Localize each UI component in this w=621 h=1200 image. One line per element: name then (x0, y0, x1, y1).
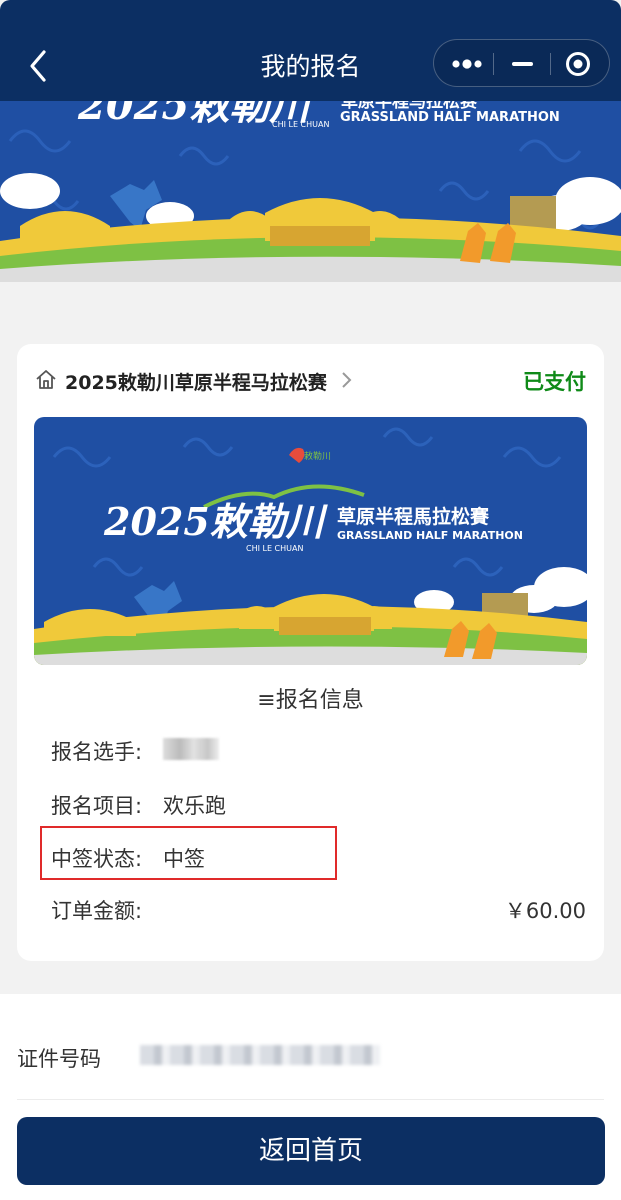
svg-text:GRASSLAND HALF MARATHON: GRASSLAND HALF MARATHON (340, 110, 560, 125)
info-row-player: 报名选手: (51, 740, 143, 764)
mini-program-capsule (433, 39, 610, 87)
svg-text:草原半程馬拉松賽: 草原半程馬拉松賽 (337, 505, 490, 528)
id-number-label: 证件号码 (17, 1047, 101, 1071)
race-banner-image: 敕勒川 2025敕勒川 CHI LE CHUAN 草原半程馬拉松賽 GRASSL… (34, 417, 587, 665)
info-row-event: 报名项目: 欢乐跑 (51, 794, 226, 818)
chevron-right-icon[interactable] (340, 370, 354, 390)
redacted-id-number (140, 1045, 380, 1065)
svg-text:GRASSLAND HALF MARATHON: GRASSLAND HALF MARATHON (337, 529, 523, 542)
svg-text:CHI LE CHUAN: CHI LE CHUAN (272, 120, 329, 129)
redacted-player-name (163, 738, 219, 760)
close-capsule-icon[interactable] (551, 40, 611, 88)
svg-text:CHI LE CHUAN: CHI LE CHUAN (246, 544, 303, 553)
divider (17, 1099, 604, 1100)
minimize-icon[interactable] (494, 40, 551, 88)
home-icon[interactable] (35, 368, 57, 390)
lottery-status-highlight (40, 826, 337, 880)
registration-card: 2025敕勒川草原半程马拉松赛 已支付 敕勒川 2025敕勒川 CHI LE C… (17, 344, 604, 961)
info-row-amount-label: 订单金额: (51, 899, 143, 923)
more-icon[interactable] (434, 40, 494, 88)
order-amount: ￥60.00 (504, 899, 586, 923)
race-header[interactable]: 2025敕勒川草原半程马拉松赛 已支付 (17, 344, 604, 416)
race-name: 2025敕勒川草原半程马拉松赛 (65, 372, 327, 394)
section-title: ≡报名信息 (257, 688, 364, 713)
payment-status-badge: 已支付 (523, 370, 586, 394)
card-banner-title: 2025敕勒川 (103, 499, 329, 544)
back-home-button[interactable]: 返回首页 (17, 1117, 605, 1185)
top-banner-image: 2025敕勒川 CHI LE CHUAN 草原半程马拉松赛 GRASSLAND … (0, 101, 621, 282)
nav-bar: 我的报名 (0, 0, 621, 101)
svg-text:敕勒川: 敕勒川 (304, 450, 331, 462)
